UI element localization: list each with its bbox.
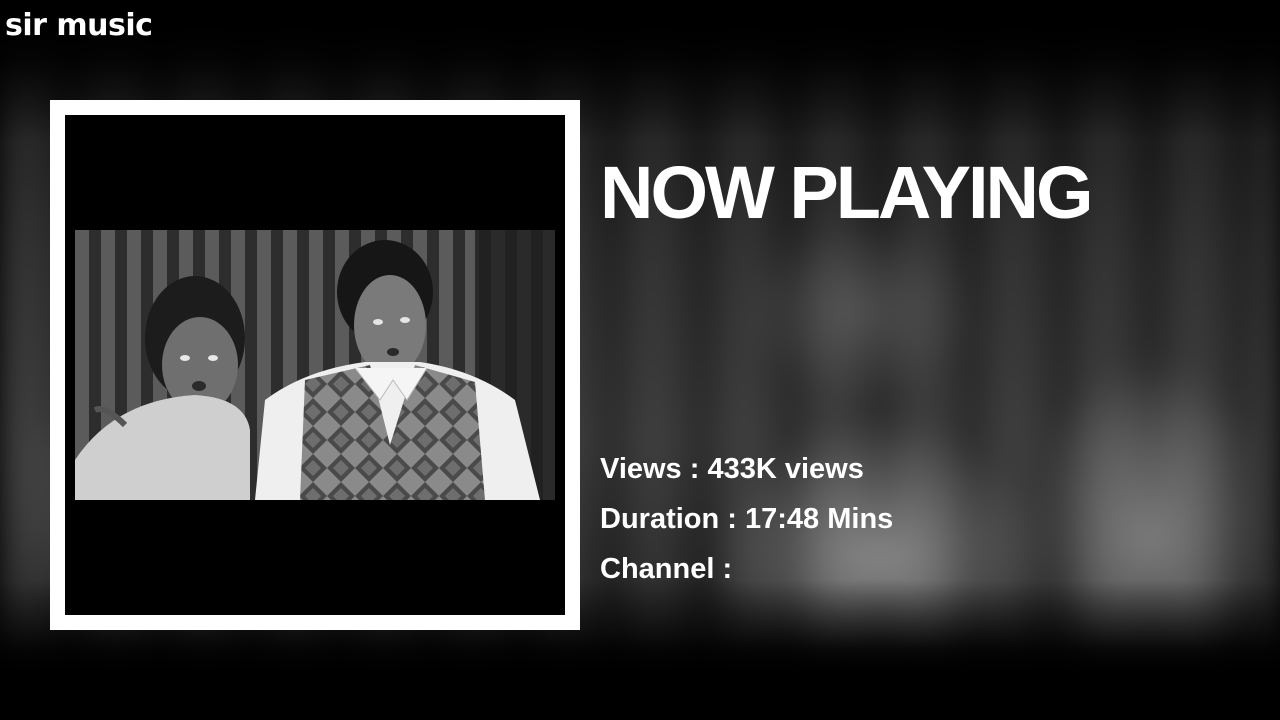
views-label: Views : <box>600 453 700 485</box>
video-meta: Views : 433K views Duration : 17:48 Mins… <box>600 448 893 598</box>
video-thumbnail-image <box>75 230 555 500</box>
duration-label: Duration : <box>600 503 737 535</box>
video-thumbnail-frame <box>50 100 580 630</box>
now-playing-screen: sir music NOW PLAYING Views: 433K views… <box>0 0 1280 720</box>
duration-row: Duration : 17:48 Mins <box>600 498 893 548</box>
video-thumbnail <box>65 115 565 615</box>
views-row: Views : 433K views <box>600 448 893 498</box>
channel-row: Channel : <box>600 548 893 598</box>
brand-title: sir music <box>5 8 153 43</box>
now-playing-heading: NOW PLAYING <box>600 151 1094 234</box>
channel-label: Channel : <box>600 553 733 585</box>
views-value: 433K views <box>707 453 864 485</box>
duration-value: 17:48 Mins <box>745 503 894 535</box>
